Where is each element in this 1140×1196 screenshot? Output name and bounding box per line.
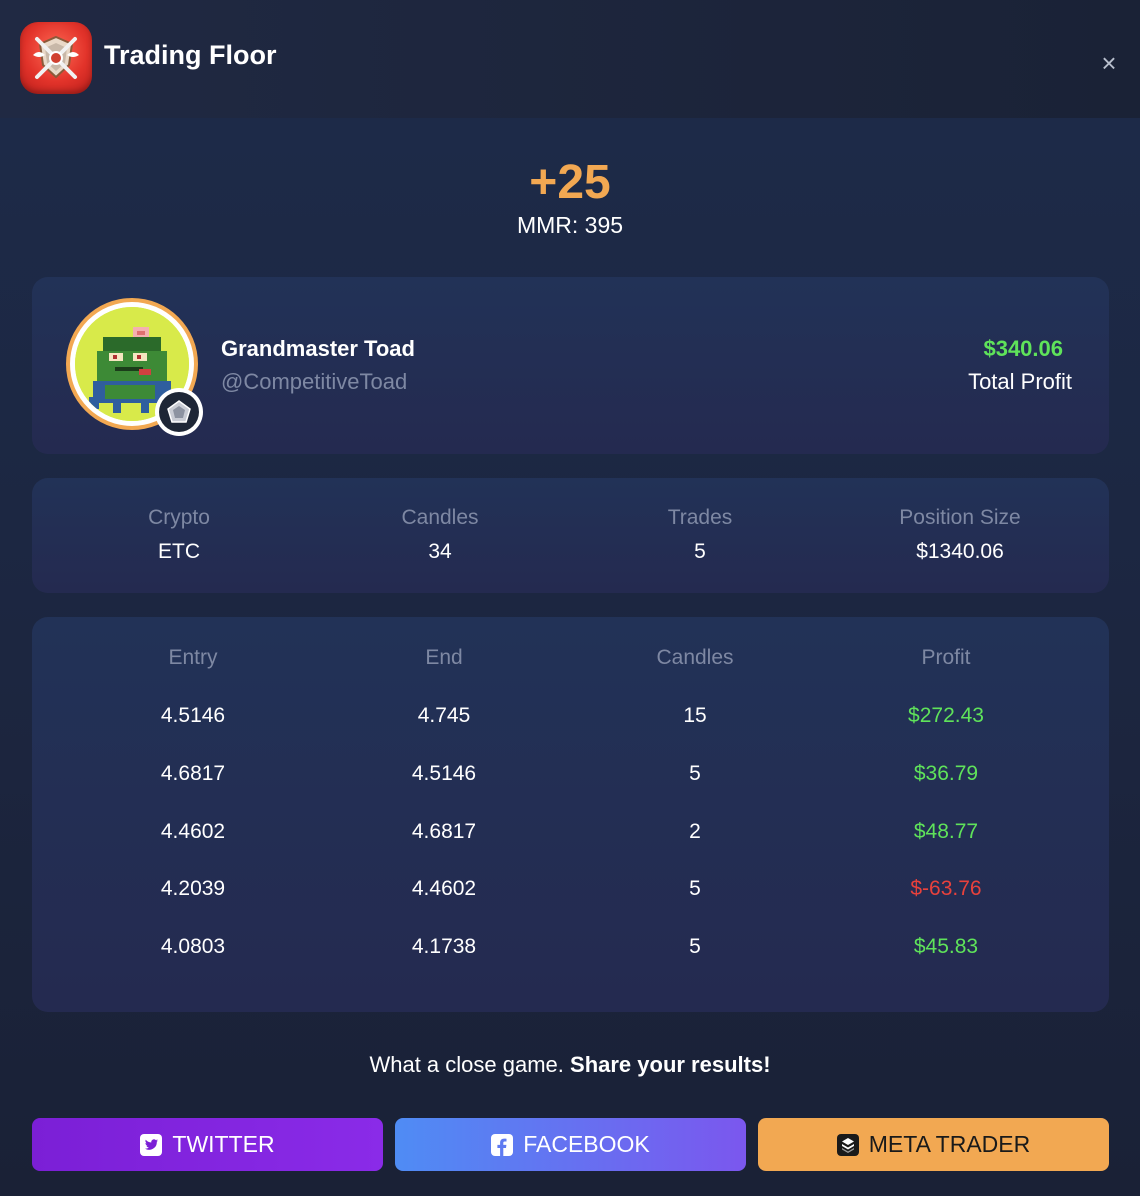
cell-end: 4.6817 bbox=[411, 820, 477, 843]
meta-trader-share-button[interactable]: META TRADER bbox=[758, 1118, 1109, 1171]
cell-entry: 4.6817 bbox=[160, 762, 226, 785]
cell-end: 4.4602 bbox=[411, 877, 477, 900]
stat-crypto: Crypto ETC bbox=[49, 506, 309, 564]
cell-candles: 2 bbox=[689, 820, 701, 843]
cell-profit: $45.83 bbox=[913, 935, 979, 958]
app-title: Trading Floor bbox=[104, 40, 277, 70]
stat-position-size: Position Size $1340.06 bbox=[830, 506, 1090, 564]
cell-candles: 5 bbox=[689, 762, 701, 785]
cell-entry: 4.0803 bbox=[160, 935, 226, 958]
cell-end: 4.5146 bbox=[411, 762, 477, 785]
app-logo-icon bbox=[20, 22, 92, 94]
player-card: Grandmaster Toad @CompetitiveToad $340.0… bbox=[32, 277, 1109, 454]
stat-value: 34 bbox=[428, 540, 452, 563]
total-profit-value: $340.06 bbox=[983, 336, 1063, 361]
facebook-button-label: FACEBOOK bbox=[523, 1131, 650, 1157]
cell-candles: 5 bbox=[689, 877, 701, 900]
share-prompt: What a close game. Share your results! bbox=[0, 1052, 1140, 1078]
twitter-icon bbox=[140, 1133, 163, 1156]
rank-badge bbox=[155, 388, 203, 436]
player-name: Grandmaster Toad bbox=[221, 336, 415, 361]
column-header-entry: Entry bbox=[168, 646, 218, 669]
game-stats-card: Crypto ETC Candles 34 Trades 5 Position … bbox=[32, 478, 1109, 593]
cell-profit: $48.77 bbox=[913, 820, 979, 843]
twitter-share-button[interactable]: TWITTER bbox=[32, 1118, 383, 1171]
cell-profit: $-63.76 bbox=[910, 877, 982, 900]
cell-end: 4.745 bbox=[417, 704, 471, 727]
cell-candles: 5 bbox=[689, 935, 701, 958]
mmr-value: MMR: 395 bbox=[516, 212, 624, 238]
column-header-candles: Candles bbox=[656, 646, 734, 669]
share-lead: What a close game. bbox=[369, 1052, 571, 1077]
column-header-profit: Profit bbox=[921, 646, 971, 669]
facebook-icon bbox=[491, 1133, 514, 1156]
stat-value: $1340.06 bbox=[916, 540, 1004, 563]
stat-value: ETC bbox=[158, 540, 200, 563]
facebook-share-button[interactable]: FACEBOOK bbox=[395, 1118, 746, 1171]
stat-candles: Candles 34 bbox=[310, 506, 570, 564]
header: Trading Floor × bbox=[0, 0, 1140, 118]
cell-candles: 15 bbox=[683, 704, 707, 727]
close-icon: × bbox=[1101, 48, 1117, 78]
column-header-end: End bbox=[425, 646, 463, 669]
stat-label: Crypto bbox=[148, 506, 210, 529]
cell-profit: $272.43 bbox=[908, 704, 984, 727]
pentagon-rank-icon bbox=[159, 392, 199, 432]
cell-entry: 4.2039 bbox=[160, 877, 226, 900]
mmr-delta: +25 bbox=[529, 156, 611, 209]
meta-trader-button-label: META TRADER bbox=[868, 1131, 1031, 1157]
share-cta: Share your results! bbox=[570, 1052, 771, 1077]
stat-value: 5 bbox=[694, 540, 706, 563]
twitter-button-label: TWITTER bbox=[172, 1131, 275, 1157]
trades-table: Entry End Candles Profit 4.5146 4.745 15… bbox=[32, 617, 1109, 1012]
close-button[interactable]: × bbox=[1096, 50, 1122, 76]
stat-trades: Trades 5 bbox=[570, 506, 830, 564]
stat-label: Candles bbox=[401, 506, 479, 529]
cell-entry: 4.4602 bbox=[160, 820, 226, 843]
cell-profit: $36.79 bbox=[913, 762, 979, 785]
stat-label: Trades bbox=[667, 506, 733, 529]
stat-label: Position Size bbox=[899, 506, 1021, 529]
total-profit-label: Total Profit bbox=[968, 369, 1072, 394]
meta-trader-icon bbox=[836, 1133, 859, 1156]
cell-entry: 4.5146 bbox=[160, 704, 226, 727]
player-handle[interactable]: @CompetitiveToad bbox=[221, 369, 407, 395]
cell-end: 4.1738 bbox=[411, 935, 477, 958]
